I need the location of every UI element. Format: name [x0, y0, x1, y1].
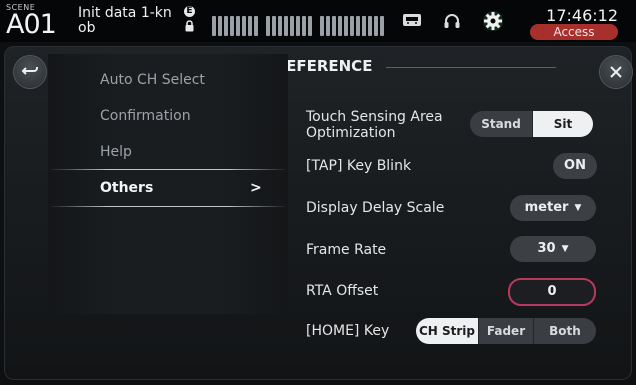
- channel-meter-bar: [212, 16, 216, 36]
- touch-sensing-toggle: Stand Sit: [470, 111, 593, 137]
- channel-meter-bar: [272, 16, 276, 36]
- menu-item-auto-ch-select[interactable]: Auto CH Select: [48, 62, 288, 98]
- channel-meter-bar: [338, 16, 342, 36]
- menu-item-label: Confirmation: [100, 108, 191, 124]
- recorder-icon[interactable]: [402, 12, 422, 28]
- channel-meter-bar: [296, 16, 300, 36]
- channel-meter-bar: [302, 16, 306, 36]
- channel-meter-bar: [266, 16, 270, 36]
- scene-name[interactable]: Init data 1-kn ob: [78, 6, 182, 36]
- clock: 17:46:12: [546, 6, 618, 25]
- channel-meter-bar: [320, 16, 324, 36]
- channel-meter-bar: [380, 16, 384, 36]
- home-key-fader-button[interactable]: Fader: [478, 318, 533, 344]
- channel-meter-bar: [368, 16, 372, 36]
- status-bar: SCENE A01 Init data 1-kn ob E 17:46:12 A…: [0, 0, 636, 42]
- display-delay-scale-label: Display Delay Scale: [306, 200, 445, 216]
- touch-sensing-sit-button[interactable]: Sit: [532, 111, 593, 137]
- home-key-label: [HOME] Key: [306, 323, 390, 339]
- scene-status-icons: E: [184, 6, 196, 32]
- scene-number[interactable]: A01: [6, 9, 57, 41]
- frame-rate-label: Frame Rate: [306, 242, 387, 258]
- access-button[interactable]: Access: [530, 24, 618, 40]
- title-divider-right: [386, 67, 556, 68]
- display-delay-scale-dropdown[interactable]: meter ▼: [510, 195, 596, 221]
- menu-item-label: Help: [100, 144, 132, 160]
- channel-meter-bar: [278, 16, 282, 36]
- channel-meter-bar: [290, 16, 294, 36]
- menu-item-label: Auto CH Select: [100, 72, 205, 88]
- channel-meter-bar: [236, 16, 240, 36]
- gear-icon[interactable]: [482, 10, 504, 32]
- tap-key-blink-label: [TAP] Key Blink: [306, 158, 412, 174]
- channel-meter-bar: [326, 16, 330, 36]
- channel-meter-bar: [254, 16, 258, 36]
- channel-meter-bar: [308, 16, 312, 36]
- close-icon: [610, 66, 622, 78]
- menu-item-others[interactable]: Others >: [48, 170, 288, 206]
- channel-meter-bar: [242, 16, 246, 36]
- touch-sensing-label: Touch Sensing Area Optimization: [306, 109, 443, 141]
- channel-meter-bar: [356, 16, 360, 36]
- channel-meter-bar: [284, 16, 288, 36]
- lock-icon: [185, 20, 194, 32]
- frame-rate-dropdown[interactable]: 30 ▼: [510, 236, 596, 262]
- menu-item-label: Others: [100, 180, 154, 196]
- home-key-both-button[interactable]: Both: [533, 318, 596, 344]
- channel-meter-bar: [350, 16, 354, 36]
- touch-sensing-stand-button[interactable]: Stand: [470, 111, 532, 137]
- headphones-icon[interactable]: [443, 12, 461, 30]
- rta-offset-label: RTA Offset: [306, 283, 379, 299]
- menu-item-help[interactable]: Help: [48, 134, 288, 170]
- home-key-toggle: CH Strip Fader Both: [416, 318, 596, 344]
- channel-meter-bar: [344, 16, 348, 36]
- channel-meter-bar: [248, 16, 252, 36]
- menu-divider-bottom: [48, 206, 288, 207]
- display-delay-scale-value: meter: [524, 200, 569, 215]
- edit-indicator-icon: E: [184, 6, 195, 17]
- chevron-right-icon: >: [250, 180, 262, 196]
- channel-meter-bar: [230, 16, 234, 36]
- preference-menu: Auto CH Select Confirmation Help Others …: [48, 54, 288, 314]
- frame-rate-value: 30: [537, 241, 556, 256]
- caret-down-icon: ▼: [561, 244, 569, 254]
- close-button[interactable]: [600, 56, 632, 88]
- channel-meter-bar: [332, 16, 336, 36]
- rta-offset-input[interactable]: 0: [508, 278, 596, 306]
- channel-meter-bar: [362, 16, 366, 36]
- tap-key-blink-toggle[interactable]: ON: [553, 153, 597, 179]
- channel-meter-bar: [374, 16, 378, 36]
- caret-down-icon: ▼: [574, 203, 582, 213]
- channel-meter-bar: [224, 16, 228, 36]
- home-key-ch-strip-button[interactable]: CH Strip: [416, 318, 478, 344]
- menu-item-confirmation[interactable]: Confirmation: [48, 98, 288, 134]
- channel-meter-bar: [218, 16, 222, 36]
